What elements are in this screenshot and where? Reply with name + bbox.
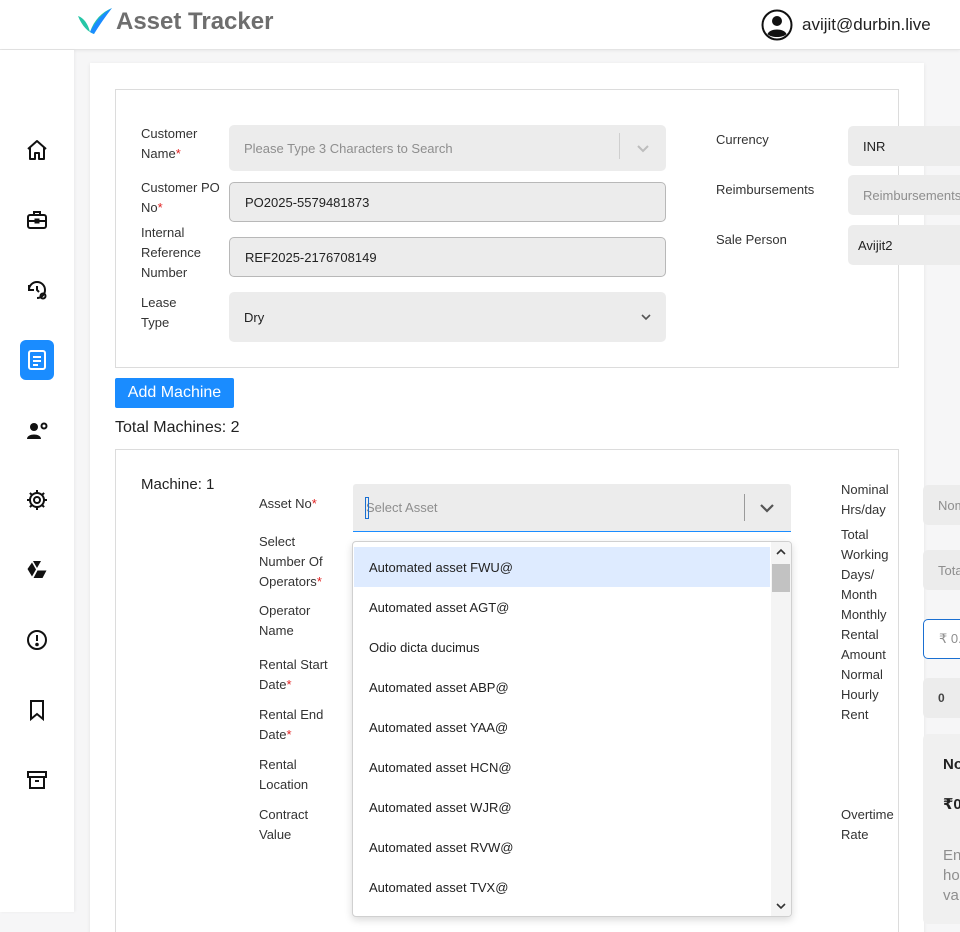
dropdown-option[interactable]: Automated asset RVW@ — [354, 827, 770, 867]
info-card-text: En ho va — [943, 847, 960, 904]
customer-name-label: Customer Name* — [141, 126, 198, 161]
sidebar-item-assets[interactable] — [20, 200, 54, 240]
scroll-up-icon[interactable] — [775, 546, 787, 558]
rental-end-label: Rental End Date* — [259, 707, 324, 742]
sidebar-item-operators[interactable] — [20, 410, 54, 450]
sidebar-item-archive[interactable] — [20, 760, 54, 800]
currency-input[interactable]: INR — [848, 126, 960, 166]
currency-label: Currency — [716, 132, 769, 147]
reimbursements-input[interactable]: Reimbursements — [848, 175, 960, 215]
briefcase-icon — [27, 211, 47, 229]
dropdown-option[interactable]: Automated asset TVX@ — [354, 867, 770, 907]
overtime-label: Overtime Rate — [841, 807, 894, 842]
total-days-input[interactable]: Tota — [923, 550, 960, 590]
customer-name-select[interactable]: Please Type 3 Characters to Search — [229, 125, 666, 171]
customer-po-label: Customer PO No* — [141, 180, 220, 215]
dropdown-option[interactable]: Automated asset YAA@ — [354, 707, 770, 747]
user-avatar-icon[interactable] — [761, 9, 793, 41]
info-card-title: No — [943, 756, 960, 773]
total-days-label: Total Working Days/ Month — [841, 527, 889, 602]
lease-type-label: Lease Type — [141, 295, 177, 330]
lease-type-select[interactable]: Dry — [229, 292, 666, 342]
scroll-thumb[interactable] — [772, 564, 790, 592]
operators-count-label: Select Number Of Operators* — [259, 534, 323, 589]
chevron-down-icon — [641, 314, 651, 321]
machine-title: Machine: 1 — [141, 476, 215, 493]
sidebar — [0, 50, 74, 912]
gear-icon — [27, 490, 47, 510]
sidebar-item-settings[interactable] — [20, 480, 54, 520]
dropdown-option[interactable]: Automated asset ABP@ — [354, 667, 770, 707]
reimbursements-label: Reimbursements — [716, 182, 815, 197]
document-icon — [28, 350, 46, 370]
sidebar-item-alerts[interactable] — [20, 620, 54, 660]
dropdown-option[interactable]: Odio dicta ducimus — [354, 627, 770, 667]
info-card: No ₹0 En ho va — [923, 734, 960, 924]
bookmark-icon — [30, 700, 44, 722]
sidebar-item-drive[interactable] — [20, 550, 54, 590]
contract-value-label: Contract Value — [259, 807, 309, 842]
drive-icon — [27, 561, 47, 578]
archive-icon — [27, 771, 47, 789]
user-email[interactable]: avijit@durbin.live — [802, 15, 931, 35]
app-title: Asset Tracker — [116, 8, 274, 35]
history-settings-icon — [28, 281, 47, 300]
logo-icon — [78, 8, 112, 34]
app-header: Asset Tracker avijit@durbin.live — [0, 0, 960, 50]
rental-location-label: Rental Location — [259, 757, 309, 792]
sidebar-item-bookmarks[interactable] — [20, 690, 54, 730]
internal-ref-label: Internal Reference Number — [141, 225, 201, 280]
chevron-down-icon — [637, 145, 649, 153]
sidebar-item-home[interactable] — [20, 130, 54, 170]
info-card-amount: ₹0 — [943, 796, 960, 813]
dropdown-option[interactable]: Automated asset WJR@ — [354, 787, 770, 827]
normal-hourly-label: Normal Hourly Rent — [841, 667, 883, 722]
home-icon — [27, 140, 47, 160]
sidebar-item-history[interactable] — [20, 270, 54, 310]
dropdown-option[interactable]: Automated asset FWU@ — [354, 547, 770, 587]
nominal-hrs-input[interactable]: Nom — [923, 485, 960, 525]
operator-settings-icon — [27, 422, 48, 439]
total-machines-count: Total Machines: 2 — [115, 419, 240, 436]
customer-po-input[interactable]: PO2025-5579481873 — [229, 182, 666, 222]
normal-hourly-value: 0 — [923, 678, 960, 718]
chevron-down-icon — [760, 504, 774, 513]
nominal-hrs-label: Nominal Hrs/day — [841, 482, 889, 517]
alert-circle-icon — [27, 630, 47, 650]
sale-person-label: Sale Person — [716, 232, 787, 247]
operator-name-label: Operator Name — [259, 603, 311, 638]
internal-ref-input[interactable]: REF2025-2176708149 — [229, 237, 666, 277]
asset-dropdown-menu: Automated asset FWU@ Automated asset AGT… — [352, 541, 792, 917]
sale-person-input[interactable]: Avijit2 — [848, 225, 960, 265]
asset-no-label: Asset No* — [259, 496, 317, 511]
dropdown-option[interactable]: Automated asset AGT@ — [354, 587, 770, 627]
add-machine-button[interactable]: Add Machine — [115, 378, 234, 408]
text-cursor — [365, 497, 369, 519]
rental-start-label: Rental Start Date* — [259, 657, 328, 692]
asset-select[interactable]: Select Asset — [353, 484, 791, 532]
dropdown-scrollbar[interactable] — [771, 542, 791, 916]
dropdown-option[interactable]: Automated asset HCN@ — [354, 747, 770, 787]
monthly-rental-input[interactable]: ₹ 0. — [923, 619, 960, 659]
monthly-rental-label: Monthly Rental Amount — [841, 607, 887, 662]
sidebar-item-documents[interactable] — [20, 340, 54, 380]
scroll-down-icon[interactable] — [775, 900, 787, 912]
